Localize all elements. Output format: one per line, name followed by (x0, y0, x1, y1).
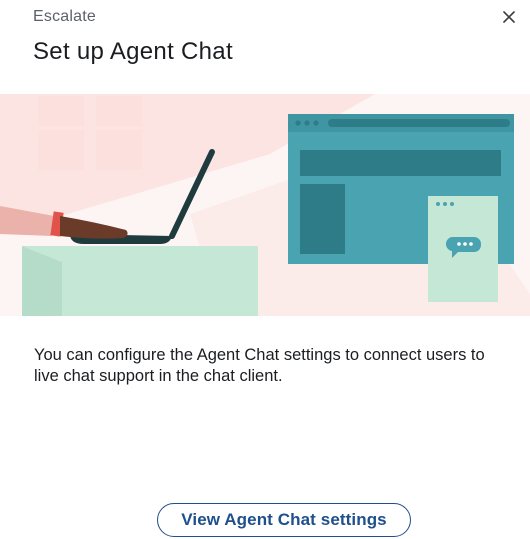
page-title: Set up Agent Chat (33, 38, 233, 65)
section-label: Escalate (33, 8, 96, 25)
close-icon-glyph (503, 11, 515, 23)
close-icon[interactable] (498, 6, 520, 28)
view-agent-chat-settings-button[interactable]: View Agent Chat settings (157, 503, 411, 537)
setup-agent-chat-panel: Escalate Set up Agent Chat You can confi… (0, 0, 530, 539)
description-text: You can configure the Agent Chat setting… (34, 346, 485, 385)
desk (22, 246, 258, 316)
agent-chat-illustration (0, 94, 530, 316)
chat-card (428, 196, 498, 302)
